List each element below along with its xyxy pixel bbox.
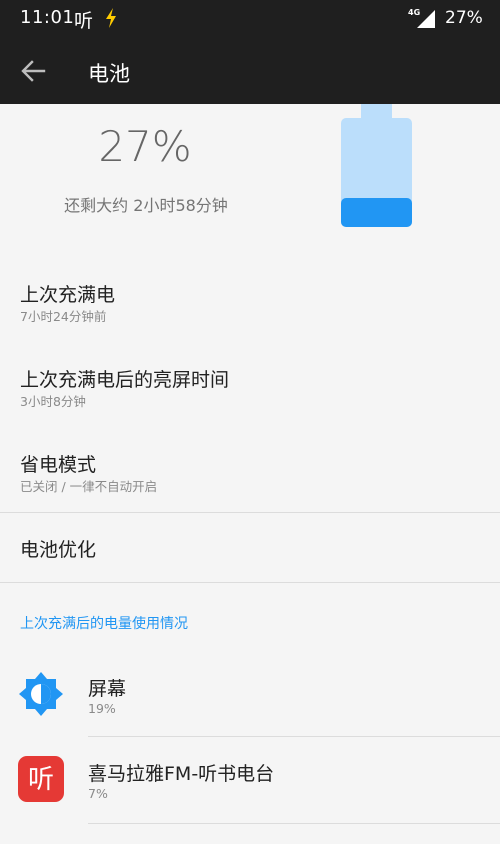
usage-item-percent: 7% — [88, 786, 108, 801]
ximalaya-icon-glyph: 听 — [28, 765, 54, 795]
battery-percent: 27% — [98, 122, 192, 171]
row-title: 上次充满电后的亮屏时间 — [20, 369, 230, 391]
usage-item-screen[interactable]: 屏幕 19% — [0, 652, 500, 736]
brightness-icon — [19, 672, 63, 716]
usage-item-title: 屏幕 — [88, 678, 127, 700]
usage-item-percent: 19% — [88, 701, 116, 716]
battery-optimization-row[interactable]: 电池优化 — [0, 513, 500, 582]
usage-item-ximalaya[interactable]: 听 喜马拉雅FM-听书电台 7% — [0, 737, 500, 823]
row-subtitle: 7小时24分钟前 — [20, 309, 107, 324]
row-subtitle: 3小时8分钟 — [20, 394, 86, 409]
status-battery-percent: 27% — [445, 8, 483, 28]
ximalaya-notification-icon: 听 — [74, 10, 94, 32]
battery-remaining-time: 还剩大约 2小时58分钟 — [64, 196, 228, 215]
arrow-back-icon[interactable] — [20, 59, 46, 83]
row-title: 电池优化 — [20, 539, 97, 561]
battery-level-icon — [341, 104, 412, 227]
battery-saver-row[interactable]: 省电模式 已关闭 / 一律不自动开启 — [0, 432, 500, 512]
status-time: 11:01 — [20, 7, 75, 28]
usage-section-header: 上次充满后的电量使用情况 — [20, 616, 188, 632]
signal-icon — [417, 10, 435, 28]
charging-bolt-icon — [106, 8, 116, 28]
screen-on-time-row[interactable]: 上次充满电后的亮屏时间 3小时8分钟 — [0, 346, 500, 432]
row-title: 上次充满电 — [20, 284, 116, 306]
row-title: 省电模式 — [20, 454, 97, 476]
page-title: 电池 — [88, 62, 130, 86]
ximalaya-app-icon: 听 — [18, 756, 64, 802]
status-bar: 11:01 听 4G 27% — [0, 0, 500, 38]
app-bar: 电池 — [0, 38, 500, 104]
last-full-charge-row[interactable]: 上次充满电 7小时24分钟前 — [0, 262, 500, 346]
battery-terminal — [361, 104, 392, 118]
row-subtitle: 已关闭 / 一律不自动开启 — [20, 479, 158, 494]
divider — [0, 582, 500, 583]
divider — [88, 823, 500, 824]
battery-body-fill — [341, 198, 412, 227]
usage-item-title: 喜马拉雅FM-听书电台 — [88, 763, 275, 785]
